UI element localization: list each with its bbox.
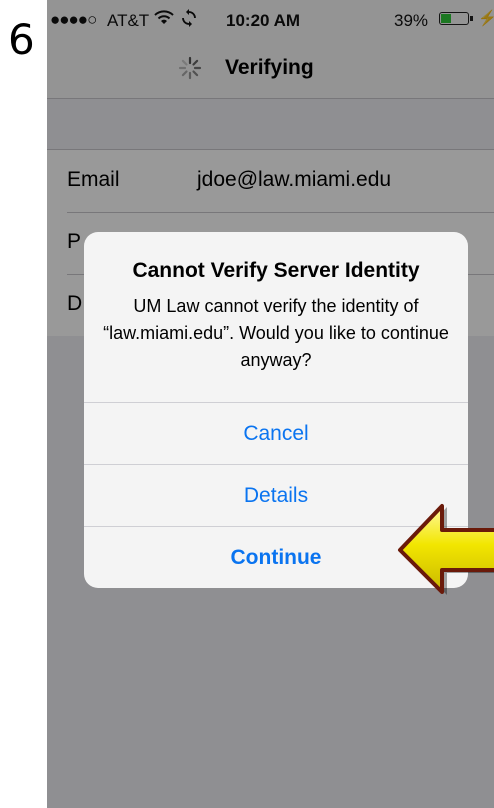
cancel-button[interactable]: Cancel xyxy=(84,402,468,465)
alert-message: UM Law cannot verify the identity of “la… xyxy=(103,296,449,370)
pointer-arrow-icon xyxy=(398,504,494,595)
alert-title: Cannot Verify Server Identity xyxy=(132,259,420,282)
phone-screen: ●●●●○ AT&T 10:20 AM 39% ⚡ Verifying Emai… xyxy=(47,0,494,808)
step-number: 6 xyxy=(8,15,35,64)
